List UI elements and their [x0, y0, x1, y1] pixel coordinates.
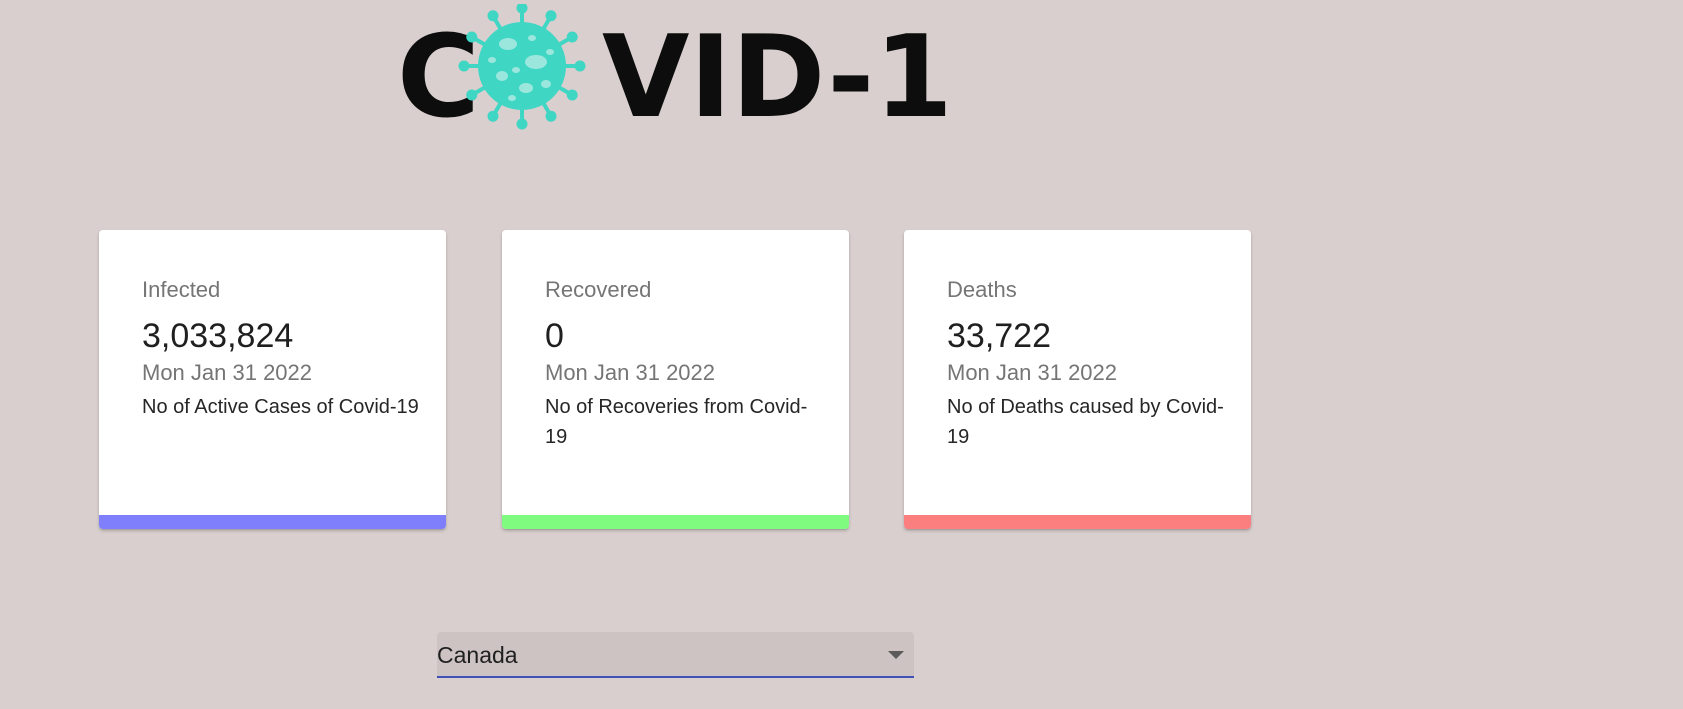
- card-date: Mon Jan 31 2022: [947, 360, 1118, 385]
- card-accent-bar: [99, 515, 446, 529]
- card-date: Mon Jan 31 2022: [142, 360, 313, 385]
- card-value: 0: [545, 317, 564, 355]
- card-date: Mon Jan 31 2022: [545, 360, 716, 385]
- card-title: Deaths: [947, 277, 1017, 302]
- card-description: No of Recoveries from Covid-19: [545, 396, 808, 448]
- logo-text-right: VID-19: [602, 11, 957, 132]
- card-title: Infected: [142, 277, 221, 302]
- card-accent-bar: [502, 515, 849, 529]
- covid-19-logo: C VID-19: [397, 4, 957, 132]
- chevron-down-icon[interactable]: [888, 651, 904, 659]
- logo-text-left: C: [397, 11, 480, 132]
- card-title: Recovered: [545, 277, 652, 302]
- card-description: No of Deaths caused by Covid-19: [947, 396, 1224, 448]
- infected-card: Infected 3,033,824 Mon Jan 31 2022 No of…: [99, 230, 446, 529]
- recovered-card: Recovered 0 Mon Jan 31 2022 No of Recove…: [502, 230, 849, 529]
- deaths-card: Deaths 33,722 Mon Jan 31 2022 No of Deat…: [904, 230, 1251, 529]
- card-value: 33,722: [947, 317, 1051, 355]
- country-select-value: Canada: [437, 642, 518, 668]
- card-accent-bar: [904, 515, 1251, 529]
- card-value: 3,033,824: [142, 317, 294, 355]
- country-select[interactable]: Canada: [437, 632, 914, 678]
- card-description: No of Active Cases of Covid-19: [142, 396, 419, 418]
